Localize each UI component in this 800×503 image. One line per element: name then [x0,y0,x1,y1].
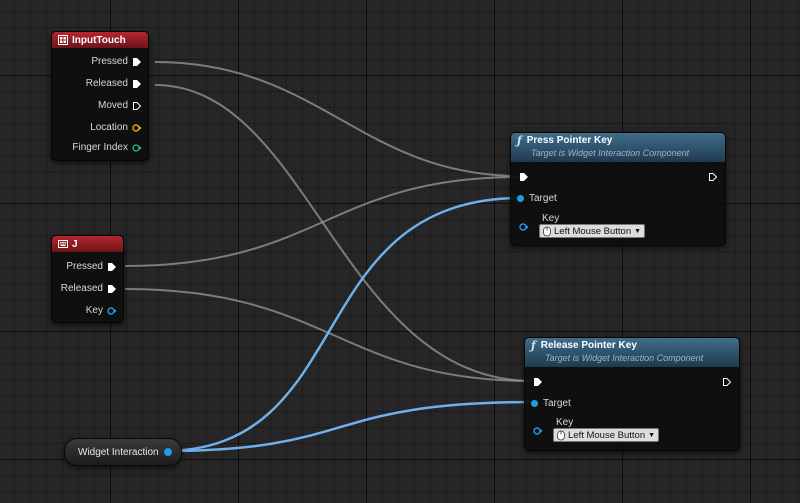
press-pointer-key-subtitle: Target is Widget Interaction Component [531,148,690,158]
function-f-icon: ƒ [531,339,536,352]
mouse-icon [543,226,551,236]
release-key-dropdown[interactable]: Left Mouse Button ▼ [553,428,660,442]
chevron-down-icon: ▼ [648,431,656,439]
release-pointer-key-header[interactable]: ƒ Release Pointer Key Target is Widget I… [525,338,739,367]
widget-interaction-variable-node[interactable]: Widget Interaction [64,438,182,466]
exec-pin-filled-icon[interactable] [132,79,142,89]
exec-pin-filled-icon[interactable] [132,57,142,67]
wire-j-released-to-release[interactable] [124,288,533,382]
key-struct-pin-icon[interactable] [519,222,529,232]
pin-released[interactable]: Released [86,78,142,89]
press-key-value: Left Mouse Button [554,225,632,237]
object-pin-icon[interactable] [164,448,172,456]
press-pointer-key-node[interactable]: ƒ Press Pointer Key Target is Widget Int… [510,132,726,246]
touch-event-icon [58,35,68,45]
wire-touch-pressed-to-press[interactable] [154,61,519,177]
exec-out-pin-icon[interactable] [722,377,732,387]
int-pin-icon[interactable] [132,143,142,153]
wire-j-pressed-to-press[interactable] [124,176,519,267]
pin-j-released[interactable]: Released [61,283,117,294]
pin-location[interactable]: Location [90,122,142,133]
release-target-pin[interactable]: Target [531,398,571,409]
press-key-dropdown[interactable]: Left Mouse Button ▼ [539,224,646,238]
pin-moved[interactable]: Moved [98,100,142,111]
input-touch-node[interactable]: InputTouch Pressed Released Moved Locati… [51,31,149,161]
input-touch-title: InputTouch [72,34,126,46]
key-j-node[interactable]: J Pressed Released Key [51,235,124,323]
key-j-title: J [72,238,78,250]
wire-touch-released-to-release[interactable] [154,84,533,382]
keyboard-event-icon [58,240,68,248]
struct-pin-icon[interactable] [132,123,142,133]
press-pointer-key-header[interactable]: ƒ Press Pointer Key Target is Widget Int… [511,133,725,162]
input-touch-header[interactable]: InputTouch [52,32,148,48]
pin-finger-index[interactable]: Finger Index [72,142,142,153]
exec-out-pin-icon[interactable] [708,172,718,182]
release-key-value: Left Mouse Button [568,429,646,441]
object-pin-icon[interactable] [517,195,524,202]
function-f-icon: ƒ [517,134,522,147]
pin-pressed[interactable]: Pressed [91,56,142,67]
release-pointer-key-subtitle: Target is Widget Interaction Component [545,353,704,363]
exec-in-pin-icon[interactable] [533,377,543,387]
pin-j-key[interactable]: Key [86,305,117,316]
exec-pin-filled-icon[interactable] [107,262,117,272]
press-pointer-key-title: Press Pointer Key [526,135,613,146]
exec-in-pin-icon[interactable] [519,172,529,182]
exec-pin-filled-icon[interactable] [107,284,117,294]
key-struct-pin-icon[interactable] [107,306,117,316]
chevron-down-icon: ▼ [634,227,642,235]
mouse-icon [557,430,565,440]
release-pointer-key-title: Release Pointer Key [540,340,637,351]
pin-j-pressed[interactable]: Pressed [66,261,117,272]
key-j-header[interactable]: J [52,236,123,252]
wire-widget-to-release-target[interactable] [162,400,537,453]
key-struct-pin-icon[interactable] [533,426,543,436]
object-pin-icon[interactable] [531,400,538,407]
exec-pin-empty-icon[interactable] [132,101,142,111]
widget-interaction-label: Widget Interaction [78,446,159,458]
press-target-pin[interactable]: Target [517,193,557,204]
release-pointer-key-node[interactable]: ƒ Release Pointer Key Target is Widget I… [524,337,740,451]
wire-widget-to-press-target[interactable] [162,196,523,453]
